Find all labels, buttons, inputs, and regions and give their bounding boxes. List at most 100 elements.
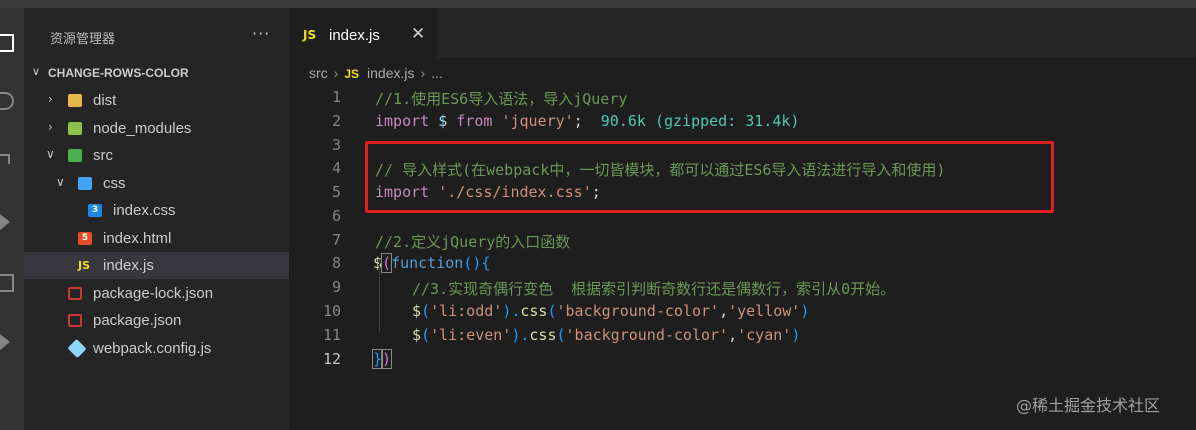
js-file-icon: JS bbox=[303, 28, 317, 42]
tree-item-dist[interactable]: › dist bbox=[24, 87, 289, 114]
code-line[interactable]: 7 //2.定义jQuery的入口函数 bbox=[289, 228, 1196, 252]
code-punctuation: , bbox=[728, 326, 738, 344]
explorer-icon[interactable] bbox=[0, 34, 14, 52]
close-icon[interactable]: ✕ bbox=[411, 24, 425, 44]
more-actions-icon[interactable]: ··· bbox=[252, 24, 270, 43]
code-bracket: ( bbox=[421, 302, 431, 320]
code-punctuation: , bbox=[719, 302, 729, 320]
code-line[interactable]: 12 }) bbox=[289, 347, 1196, 371]
code-string: 'li:odd' bbox=[430, 302, 503, 320]
code-line[interactable]: 8 $(function(){ bbox=[289, 251, 1196, 275]
folder-dist-icon bbox=[68, 94, 82, 107]
code-string: 'background-color' bbox=[556, 302, 720, 320]
explorer-sidebar: 资源管理器 ··· ∨ CHANGE-ROWS-COLOR › dist › n… bbox=[24, 8, 289, 430]
menu-bar bbox=[0, 0, 1196, 8]
code-bracket: ( bbox=[547, 302, 557, 320]
code-keyword: from bbox=[456, 112, 493, 130]
tree-item-label: webpack.config.js bbox=[93, 340, 212, 357]
code-line[interactable]: 10 $('li:odd').css('background-color','y… bbox=[289, 299, 1196, 323]
line-number: 6 bbox=[331, 207, 341, 225]
remote-icon[interactable] bbox=[0, 334, 10, 350]
tab-index-js[interactable]: JS index.js ✕ bbox=[289, 8, 437, 58]
line-number: 8 bbox=[331, 254, 341, 272]
code-comment: //1.使用ES6导入语法，导入jQuery bbox=[375, 90, 628, 108]
explorer-title: 资源管理器 bbox=[50, 32, 116, 47]
tab-title: index.js bbox=[329, 27, 380, 44]
code-bracket: ). bbox=[511, 326, 530, 344]
line-number: 5 bbox=[331, 183, 341, 201]
code-function: $ bbox=[412, 326, 422, 344]
css-file-icon: 3 bbox=[88, 204, 102, 217]
line-number: 3 bbox=[331, 136, 341, 154]
tree-item-label: src bbox=[93, 147, 113, 164]
tree-item-index-html[interactable]: 5 index.html bbox=[24, 225, 289, 252]
chevron-down-icon: ∨ bbox=[56, 175, 65, 189]
breadcrumb-file[interactable]: index.js bbox=[367, 65, 414, 81]
indent-guide bbox=[379, 260, 380, 332]
code-comment: //3.实现奇偶行变色 根据索引判断奇数行还是偶数行，索引从0开始。 bbox=[412, 280, 896, 298]
watermark: @稀土掘金技术社区 bbox=[1016, 396, 1161, 415]
project-section-header[interactable]: ∨ CHANGE-ROWS-COLOR bbox=[24, 62, 289, 84]
code-line[interactable]: 11 $('li:even').css('background-color','… bbox=[289, 323, 1196, 347]
highlight-annotation-box bbox=[365, 141, 1054, 213]
tree-item-webpack-config[interactable]: webpack.config.js bbox=[24, 335, 289, 362]
line-number: 9 bbox=[331, 278, 341, 296]
js-file-icon: JS bbox=[344, 67, 360, 81]
tree-item-index-js[interactable]: JS index.js bbox=[24, 252, 289, 279]
code-bracket: (){ bbox=[463, 254, 491, 272]
run-debug-icon[interactable] bbox=[0, 214, 10, 230]
import-cost-hint: 90.6k (gzipped: 31.4k) bbox=[600, 112, 800, 130]
html-file-icon: 5 bbox=[78, 232, 92, 245]
code-string: 'background-color' bbox=[565, 326, 729, 344]
line-number: 1 bbox=[331, 88, 341, 106]
chevron-down-icon: ∨ bbox=[32, 65, 41, 78]
tree-item-src[interactable]: ∨ src bbox=[24, 142, 289, 169]
code-string: 'jquery' bbox=[501, 112, 574, 130]
js-file-icon: JS bbox=[78, 259, 91, 272]
code-string: 'yellow' bbox=[728, 302, 801, 320]
code-comment: //2.定义jQuery的入口函数 bbox=[375, 233, 571, 251]
chevron-right-icon: › bbox=[48, 120, 53, 134]
tree-item-label: package-lock.json bbox=[93, 285, 214, 302]
code-line[interactable]: 1 //1.使用ES6导入语法，导入jQuery bbox=[289, 85, 1196, 109]
code-bracket: ) bbox=[800, 302, 810, 320]
code-bracket: } bbox=[371, 349, 384, 369]
tree-item-package-json[interactable]: package.json bbox=[24, 307, 289, 334]
tree-item-css[interactable]: ∨ css bbox=[24, 170, 289, 197]
line-number: 11 bbox=[322, 326, 341, 344]
folder-css-icon bbox=[78, 177, 92, 190]
breadcrumb-folder[interactable]: src bbox=[309, 65, 328, 81]
code-variable: $ bbox=[438, 112, 448, 130]
tree-item-label: index.css bbox=[113, 202, 176, 219]
breadcrumb-symbols[interactable]: ... bbox=[431, 65, 443, 81]
chevron-down-icon: ∨ bbox=[46, 147, 55, 161]
tab-bar: JS index.js ✕ bbox=[289, 8, 1196, 58]
activity-bar bbox=[0, 8, 24, 430]
search-icon[interactable] bbox=[0, 92, 14, 110]
code-keyword: function bbox=[391, 254, 464, 272]
tree-item-label: css bbox=[103, 175, 126, 192]
tree-item-package-lock[interactable]: package-lock.json bbox=[24, 280, 289, 307]
code-function: css bbox=[529, 326, 557, 344]
breadcrumb: src › JS index.js ›... bbox=[309, 65, 443, 81]
chevron-right-icon: › bbox=[333, 65, 339, 81]
project-name: CHANGE-ROWS-COLOR bbox=[48, 66, 189, 80]
line-number: 4 bbox=[331, 159, 341, 177]
extensions-icon[interactable] bbox=[0, 274, 14, 292]
source-control-icon[interactable] bbox=[0, 154, 10, 164]
line-number: 7 bbox=[331, 231, 341, 249]
code-string: 'cyan' bbox=[737, 326, 792, 344]
code-function: css bbox=[520, 302, 548, 320]
line-number: 10 bbox=[322, 302, 341, 320]
code-line[interactable]: 2 import $ from 'jquery'; 90.6k (gzipped… bbox=[289, 109, 1196, 133]
code-bracket: ). bbox=[502, 302, 521, 320]
code-line[interactable]: 9 //3.实现奇偶行变色 根据索引判断奇数行还是偶数行，索引从0开始。 bbox=[289, 275, 1196, 299]
tree-item-index-css[interactable]: 3 index.css bbox=[24, 197, 289, 224]
chevron-right-icon: › bbox=[420, 65, 426, 81]
tree-item-label: node_modules bbox=[93, 120, 192, 137]
tree-item-node-modules[interactable]: › node_modules bbox=[24, 115, 289, 142]
tree-item-label: index.js bbox=[103, 257, 154, 274]
webpack-file-icon bbox=[67, 338, 87, 359]
code-bracket: ) bbox=[381, 349, 393, 369]
code-bracket: ( bbox=[421, 326, 431, 344]
